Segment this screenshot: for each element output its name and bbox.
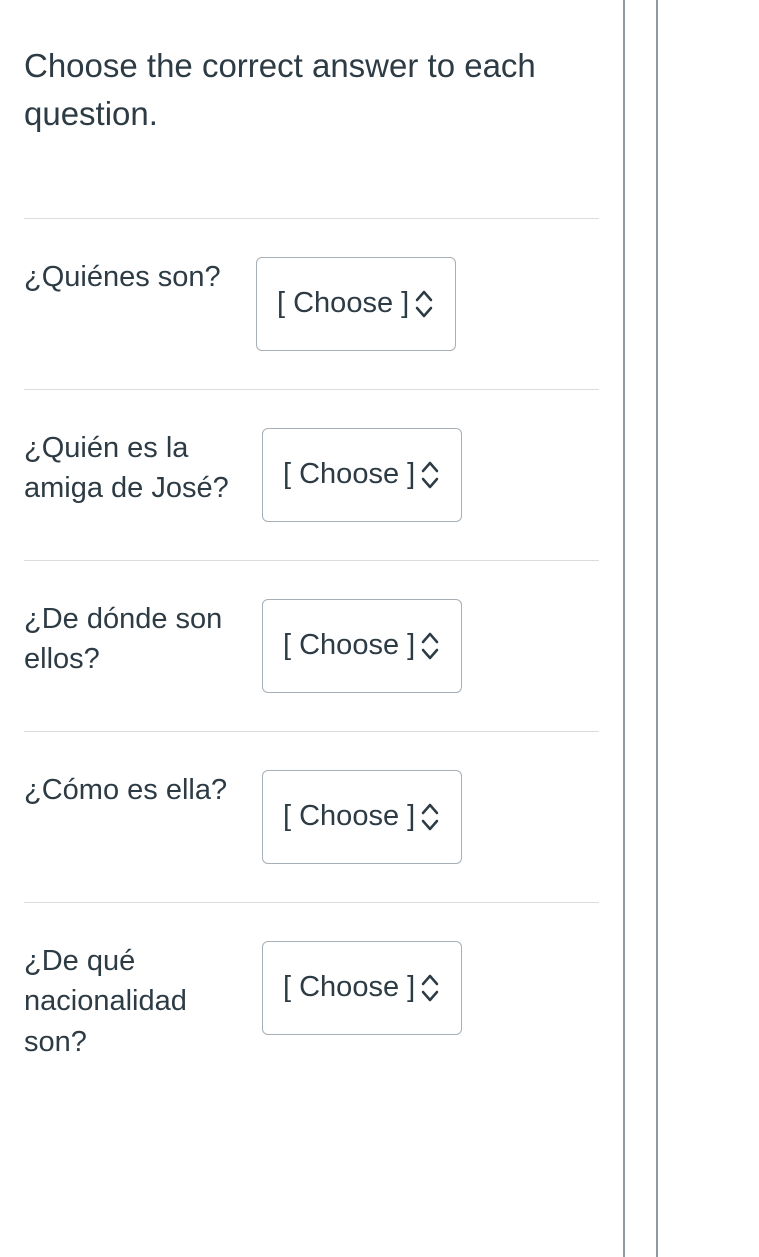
select-box[interactable]: [ Choose ] [262,770,462,864]
vertical-rail-1 [623,0,625,1257]
select-placeholder-text: [ Choose ] [283,458,415,491]
question-row: ¿Quién es la amiga de José? [ Choose ] [24,389,599,560]
select-box[interactable]: [ Choose ] [256,257,456,351]
content-area: Choose the correct answer to each questi… [0,0,623,1140]
select-box[interactable]: [ Choose ] [262,941,462,1035]
answer-select[interactable]: [ Choose ] [262,941,462,1035]
select-placeholder-text: [ Choose ] [277,287,409,320]
select-placeholder-text: [ Choose ] [283,971,415,1004]
select-box[interactable]: [ Choose ] [262,428,462,522]
answer-select[interactable]: [ Choose ] [262,599,462,693]
question-prompt: ¿Cómo es ella? [24,770,262,811]
question-prompt: ¿De qué nacionalidad son? [24,941,262,1063]
question-row: ¿Quiénes son? [ Choose ] [24,218,599,389]
vertical-rail-2 [656,0,658,1257]
select-box[interactable]: [ Choose ] [262,599,462,693]
page: Choose the correct answer to each questi… [0,0,759,1257]
question-row: ¿Cómo es ella? [ Choose ] [24,731,599,902]
question-row: ¿De qué nacionalidad son? [ Choose ] [24,902,599,1101]
select-placeholder-text: [ Choose ] [283,800,415,833]
question-prompt: ¿Quiénes son? [24,257,256,298]
question-prompt: ¿Quién es la amiga de José? [24,428,262,509]
answer-select[interactable]: [ Choose ] [262,770,462,864]
question-row: ¿De dónde son ellos? [ Choose ] [24,560,599,731]
question-prompt: ¿De dónde son ellos? [24,599,262,680]
select-placeholder-text: [ Choose ] [283,629,415,662]
answer-select[interactable]: [ Choose ] [256,257,456,351]
instructions-text: Choose the correct answer to each questi… [24,0,599,218]
answer-select[interactable]: [ Choose ] [262,428,462,522]
